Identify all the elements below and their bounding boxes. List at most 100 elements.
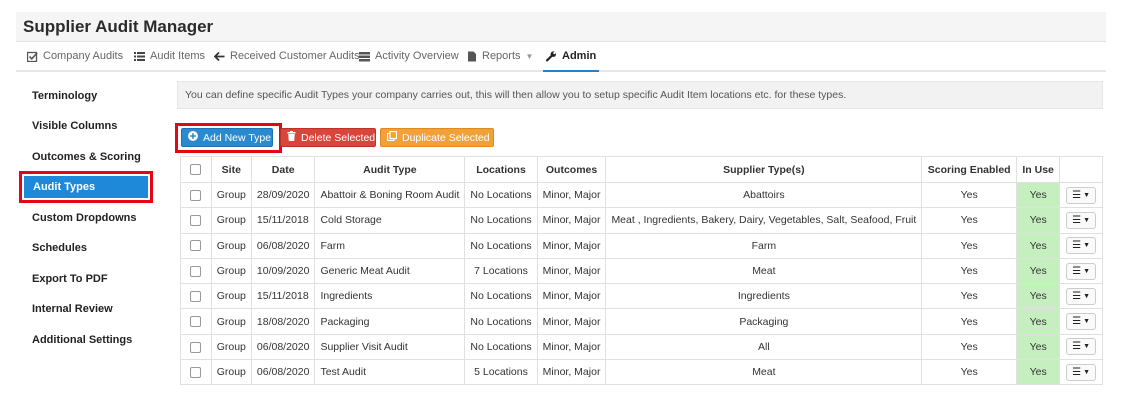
row-checkbox[interactable] xyxy=(180,359,212,386)
cell-supplier-types: Meat xyxy=(605,359,923,386)
row-menu-button[interactable]: ☰ ▼ xyxy=(1066,338,1097,356)
checkbox[interactable] xyxy=(190,291,202,303)
cell-in-use: Yes xyxy=(1016,232,1061,259)
sidebar-item-custom-dropdowns[interactable]: Custom Dropdowns xyxy=(32,212,137,224)
row-actions[interactable]: ☰ ▼ xyxy=(1059,308,1103,335)
cell-in-use: Yes xyxy=(1016,181,1061,209)
column-header-in-use[interactable]: In Use xyxy=(1016,156,1061,183)
nav-reports[interactable]: Reports ▼ xyxy=(466,42,533,70)
column-header-date[interactable]: Date xyxy=(250,156,316,183)
row-checkbox[interactable] xyxy=(180,308,212,335)
server-icon xyxy=(359,51,370,62)
add-new-type-button[interactable]: Add New Type xyxy=(181,128,273,147)
cell-locations: 5 Locations xyxy=(464,359,538,386)
row-actions[interactable]: ☰ ▼ xyxy=(1059,181,1103,209)
row-menu-button[interactable]: ☰ ▼ xyxy=(1066,262,1097,280)
cell-outcomes: Minor, Major xyxy=(536,308,607,335)
row-menu-button[interactable]: ☰ ▼ xyxy=(1066,313,1097,331)
menu-icon: ☰ xyxy=(1072,214,1082,226)
arrow-left-icon xyxy=(214,51,225,62)
checkbox[interactable] xyxy=(190,341,202,353)
table-row[interactable]: Group 15/11/2018 Ingredients No Locations Mi… xyxy=(180,283,1103,310)
row-checkbox[interactable] xyxy=(180,207,212,234)
sidebar-item-additional-settings[interactable]: Additional Settings xyxy=(32,334,132,346)
column-header-site[interactable]: Site xyxy=(210,156,252,183)
table-row[interactable]: Group 06/08/2020 Supplier Visit Audit No Lo… xyxy=(180,333,1103,361)
cell-supplier-types: Abattoirs xyxy=(605,181,923,209)
list-icon xyxy=(134,51,145,62)
table-row[interactable]: Group 06/08/2020 Farm No Locations Minor, Ma… xyxy=(180,232,1103,259)
duplicate-selected-button[interactable]: Duplicate Selected xyxy=(380,128,494,147)
cell-site: Group xyxy=(210,283,252,310)
nav-activity-overview[interactable]: Activity Overview xyxy=(359,42,459,70)
checkbox[interactable] xyxy=(190,265,202,277)
checkbox[interactable] xyxy=(190,189,202,201)
row-actions[interactable]: ☰ ▼ xyxy=(1059,359,1103,386)
row-menu-button[interactable]: ☰ ▼ xyxy=(1066,287,1097,305)
sidebar-item-terminology[interactable]: Terminology xyxy=(32,90,97,102)
cell-site: Group xyxy=(210,308,252,335)
row-checkbox[interactable] xyxy=(180,283,212,310)
column-header-actions xyxy=(1059,156,1103,183)
nav-admin[interactable]: Admin xyxy=(543,42,600,72)
cell-in-use: Yes xyxy=(1016,359,1061,386)
row-actions[interactable]: ☰ ▼ xyxy=(1059,333,1103,361)
row-menu-button[interactable]: ☰ ▼ xyxy=(1066,237,1097,255)
checkbox[interactable] xyxy=(190,366,202,378)
column-header-audit-type[interactable]: Audit Type xyxy=(314,156,466,183)
table-row[interactable]: Group 28/09/2020 Abattoir & Boning Room Au… xyxy=(180,181,1103,209)
row-checkbox[interactable] xyxy=(180,333,212,361)
nav-received-customer-audits[interactable]: Received Customer Audits xyxy=(214,42,360,70)
row-menu-button[interactable]: ☰ ▼ xyxy=(1066,186,1097,204)
column-header-locations[interactable]: Locations xyxy=(464,156,538,183)
main-nav: Company Audits Audit Items Received Cust… xyxy=(16,42,1106,72)
menu-icon: ☰ xyxy=(1072,290,1082,302)
column-header-outcomes[interactable]: Outcomes xyxy=(536,156,607,183)
table-row[interactable]: Group 18/08/2020 Packaging No Locations Mino… xyxy=(180,308,1103,335)
sidebar-item-audit-types[interactable]: Audit Types xyxy=(24,176,148,198)
table-row[interactable]: Group 15/11/2018 Cold Storage No Locations M… xyxy=(180,207,1103,234)
row-menu-button[interactable]: ☰ ▼ xyxy=(1066,211,1097,229)
chevron-down-icon: ▼ xyxy=(1083,343,1091,351)
column-header-supplier-types[interactable]: Supplier Type(s) xyxy=(605,156,923,183)
row-actions[interactable]: ☰ ▼ xyxy=(1059,257,1103,285)
cell-scoring-enabled: Yes xyxy=(921,232,1018,259)
sidebar-item-export-to-pdf[interactable]: Export To PDF xyxy=(32,273,108,285)
nav-audit-items[interactable]: Audit Items xyxy=(134,42,205,70)
table-row[interactable]: Group 06/08/2020 Test Audit 5 Locations Mino… xyxy=(180,359,1103,386)
checkbox[interactable] xyxy=(190,240,202,252)
checkbox[interactable] xyxy=(190,316,202,328)
row-checkbox[interactable] xyxy=(180,232,212,259)
delete-selected-button[interactable]: Delete Selected xyxy=(280,128,376,147)
menu-icon: ☰ xyxy=(1072,341,1082,353)
cell-scoring-enabled: Yes xyxy=(921,308,1018,335)
checkbox[interactable] xyxy=(190,215,202,227)
cell-locations: No Locations xyxy=(464,232,538,259)
sidebar-item-outcomes-scoring[interactable]: Outcomes & Scoring xyxy=(32,151,141,163)
column-header-scoring-enabled[interactable]: Scoring Enabled xyxy=(921,156,1018,183)
sidebar-item-visible-columns[interactable]: Visible Columns xyxy=(32,120,117,132)
row-checkbox[interactable] xyxy=(180,257,212,285)
cell-in-use: Yes xyxy=(1016,308,1061,335)
row-actions[interactable]: ☰ ▼ xyxy=(1059,207,1103,234)
chevron-down-icon: ▼ xyxy=(1083,191,1091,199)
cell-site: Group xyxy=(210,207,252,234)
cell-audit-type: Cold Storage xyxy=(314,207,466,234)
sidebar-item-schedules[interactable]: Schedules xyxy=(32,242,87,254)
row-menu-button[interactable]: ☰ ▼ xyxy=(1066,363,1097,381)
row-actions[interactable]: ☰ ▼ xyxy=(1059,232,1103,259)
row-actions[interactable]: ☰ ▼ xyxy=(1059,283,1103,310)
row-checkbox[interactable] xyxy=(180,181,212,209)
cell-site: Group xyxy=(210,359,252,386)
table-row[interactable]: Group 10/09/2020 Generic Meat Audit 7 Locat… xyxy=(180,257,1103,285)
cell-date: 06/08/2020 xyxy=(250,359,316,386)
app-header: Supplier Audit Manager xyxy=(16,12,1106,42)
checkbox[interactable] xyxy=(190,164,202,176)
nav-company-audits[interactable]: Company Audits xyxy=(27,42,123,70)
cell-date: 06/08/2020 xyxy=(250,232,316,259)
select-all-checkbox[interactable] xyxy=(180,156,212,183)
trash-icon xyxy=(287,131,296,144)
cell-scoring-enabled: Yes xyxy=(921,283,1018,310)
cell-date: 28/09/2020 xyxy=(250,181,316,209)
sidebar-item-internal-review[interactable]: Internal Review xyxy=(32,303,113,315)
